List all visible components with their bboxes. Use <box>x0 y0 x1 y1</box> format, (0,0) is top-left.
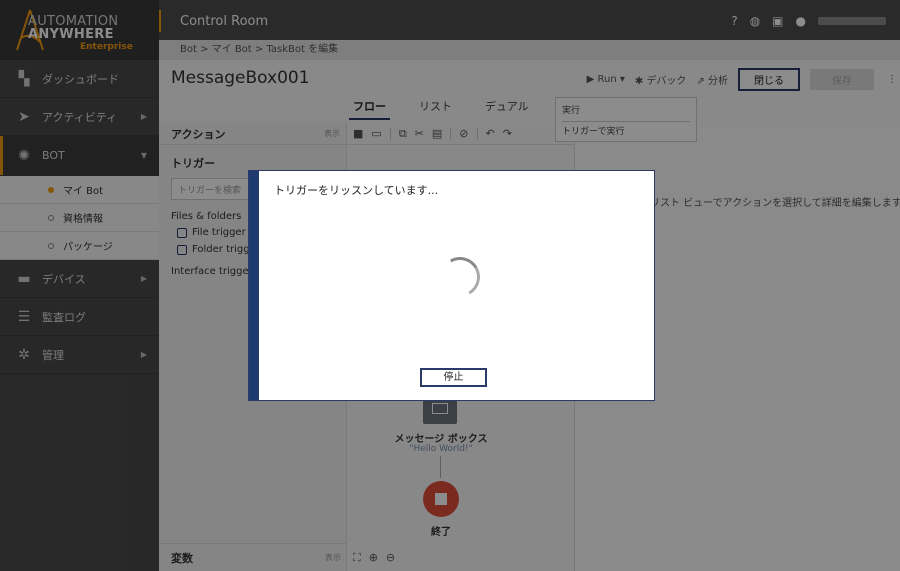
loading-spinner-icon <box>435 252 485 302</box>
stop-button[interactable]: 停止 <box>420 368 487 387</box>
dialog-accent <box>249 171 259 400</box>
dialog-title: トリガーをリッスンしています... <box>274 184 439 197</box>
trigger-listen-dialog: トリガーをリッスンしています... 停止 <box>248 170 655 401</box>
